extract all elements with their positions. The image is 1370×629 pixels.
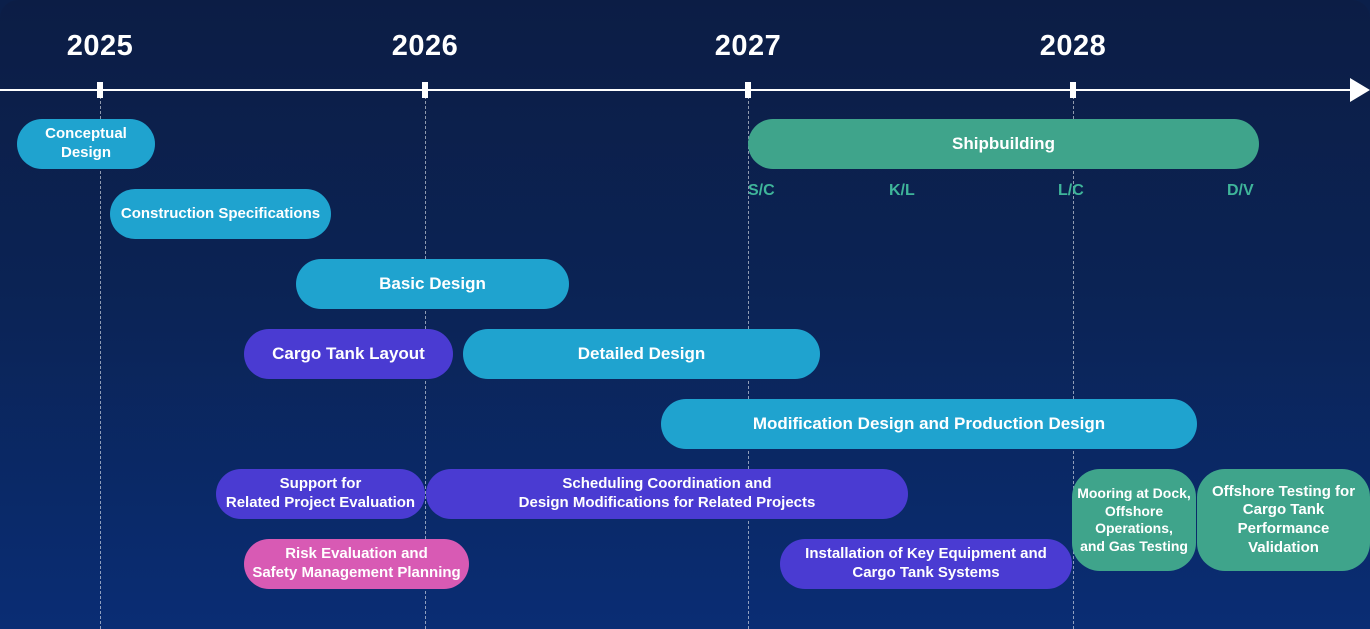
year-2027-label: 2027 — [714, 30, 782, 62]
shipbuilding-bar: Shipbuilding — [748, 119, 1259, 169]
installation-equipment-bar: Installation of Key Equipment and Cargo … — [780, 539, 1072, 589]
risk-evaluation-bar: Risk Evaluation and Safety Management Pl… — [244, 539, 469, 589]
support-evaluation-label: Support for Related Project Evaluation — [225, 475, 416, 511]
conceptual-design-label: Conceptual Design — [45, 125, 127, 161]
conceptual-design-bar: Conceptual Design — [17, 119, 155, 169]
mooring-testing-label: Mooring at Dock, Offshore Operations, an… — [1077, 485, 1191, 554]
year-2026-label: 2026 — [391, 30, 459, 62]
support-evaluation-bar: Support for Related Project Evaluation — [216, 469, 425, 519]
scheduling-coordination-bar: Scheduling Coordination and Design Modif… — [426, 469, 908, 519]
detailed-design-bar: Detailed Design — [463, 329, 820, 379]
basic-design-bar: Basic Design — [296, 259, 569, 309]
detailed-design-label: Detailed Design — [577, 344, 706, 364]
offshore-testing-label: Offshore Testing for Cargo Tank Performa… — [1211, 482, 1356, 556]
installation-equipment-label: Installation of Key Equipment and Cargo … — [805, 545, 1047, 581]
modification-production-design-bar: Modification Design and Production Desig… — [661, 399, 1197, 449]
construction-specifications-label: Construction Specifications — [120, 204, 321, 222]
offshore-testing-bar: Offshore Testing for Cargo Tank Performa… — [1197, 469, 1370, 571]
modification-production-design-label: Modification Design and Production Desig… — [752, 414, 1106, 434]
year-2025-label: 2025 — [66, 30, 134, 62]
year-guide-2025 — [100, 96, 101, 629]
milestone-launching: L/C — [1058, 182, 1084, 199]
timeline-arrow-icon — [1350, 78, 1370, 102]
year-2028-label: 2028 — [1039, 30, 1107, 62]
scheduling-coordination-label: Scheduling Coordination and Design Modif… — [518, 475, 816, 511]
milestone-delivery: D/V — [1227, 182, 1254, 199]
shipbuilding-label: Shipbuilding — [952, 134, 1055, 154]
cargo-tank-layout-label: Cargo Tank Layout — [272, 344, 425, 364]
timeline-axis — [0, 89, 1355, 91]
basic-design-label: Basic Design — [379, 274, 486, 294]
milestone-keel-laying: K/L — [889, 182, 915, 199]
timeline-diagram: 2025 2026 2027 2028 Conceptual Design Co… — [0, 0, 1370, 629]
cargo-tank-layout-bar: Cargo Tank Layout — [244, 329, 453, 379]
construction-specifications-bar: Construction Specifications — [110, 189, 331, 239]
milestone-steel-cutting: S/C — [748, 182, 775, 199]
mooring-testing-bar: Mooring at Dock, Offshore Operations, an… — [1072, 469, 1196, 571]
risk-evaluation-label: Risk Evaluation and Safety Management Pl… — [252, 545, 461, 581]
